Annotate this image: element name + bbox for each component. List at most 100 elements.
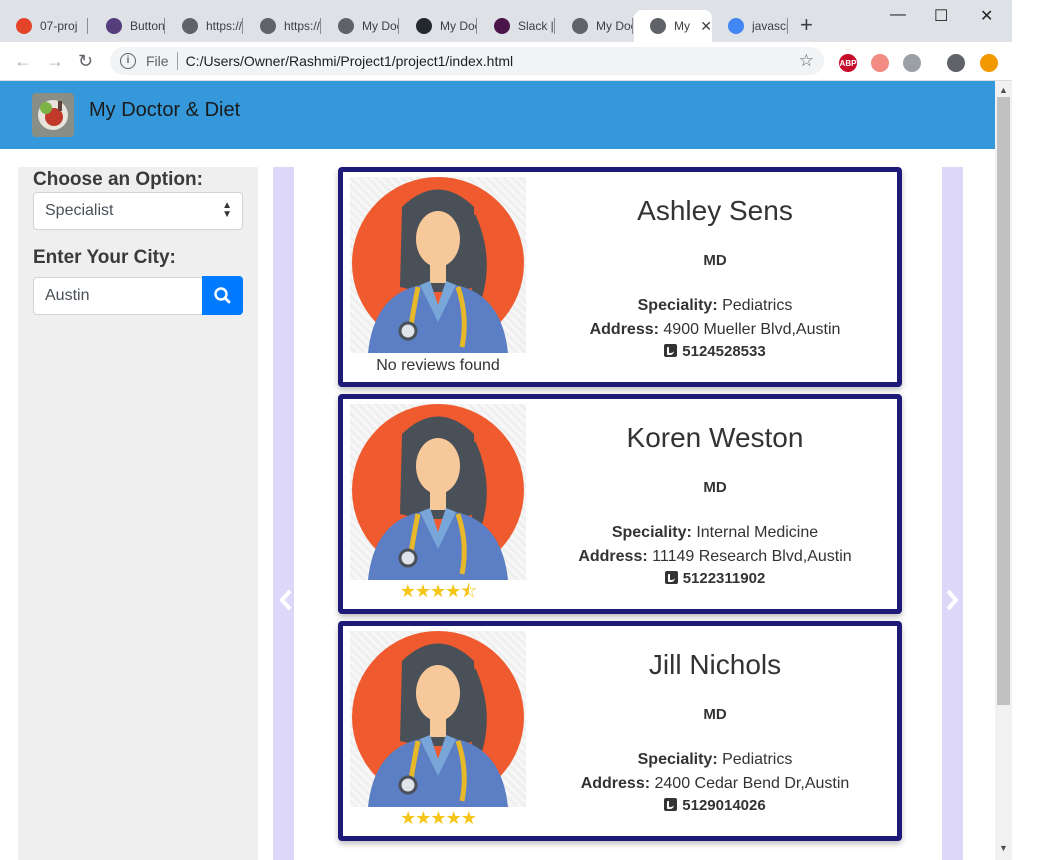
close-window-button[interactable]: ✕ bbox=[980, 6, 993, 26]
forward-button[interactable]: → bbox=[46, 51, 64, 71]
omnibox-divider bbox=[176, 52, 178, 70]
gitlab-icon bbox=[16, 18, 32, 34]
url-text[interactable]: C:/Users/Owner/Rashmi/Project1/project1/… bbox=[186, 53, 514, 69]
browser-tab[interactable]: Slack | bbox=[478, 10, 555, 42]
speciality-label: Speciality: bbox=[637, 751, 718, 768]
tab-title: https:// bbox=[206, 19, 243, 33]
address-value: 2400 Cedar Bend Dr,Austin bbox=[654, 775, 850, 792]
phone-number: 5122311902 bbox=[682, 570, 766, 587]
address-value: 4900 Mueller Blvd,Austin bbox=[663, 321, 841, 338]
phone-icon bbox=[664, 571, 678, 584]
doctor-phone[interactable]: 5122311902 bbox=[533, 570, 897, 587]
doctor-card[interactable]: No reviews found Ashley Sens MD Speciali… bbox=[338, 167, 902, 387]
browser-tab[interactable]: https:// bbox=[166, 10, 243, 42]
browser-tab[interactable]: https:// bbox=[244, 10, 321, 42]
doctor-name: Ashley Sens bbox=[637, 195, 793, 226]
scroll-down-icon[interactable]: ▼ bbox=[999, 843, 1008, 853]
github-icon bbox=[416, 18, 432, 34]
browser-tab[interactable]: My Doc bbox=[400, 10, 477, 42]
minimize-button[interactable]: — bbox=[890, 6, 906, 24]
extension-arrow-icon[interactable] bbox=[871, 54, 889, 72]
doctor-degree: MD bbox=[703, 706, 727, 723]
reviews-text: No reviews found bbox=[376, 357, 500, 374]
phone-number: 5129014026 bbox=[682, 797, 766, 814]
doctor-phone[interactable]: 5124528533 bbox=[533, 343, 897, 360]
tab-separator bbox=[632, 18, 633, 34]
speciality-value: Pediatrics bbox=[722, 751, 793, 768]
option-label: Choose an Option: bbox=[33, 169, 203, 190]
page-scrollbar[interactable]: ▲ ▼ bbox=[995, 81, 1012, 860]
tab-strip: 07-proj Buttons https:// https:// My Doc My D… bbox=[0, 0, 1012, 42]
back-button[interactable]: ← bbox=[14, 51, 32, 71]
site-logo[interactable] bbox=[32, 93, 74, 137]
tab-separator bbox=[554, 18, 555, 34]
tab-title: My Doc bbox=[362, 19, 399, 33]
search-button[interactable] bbox=[202, 276, 243, 315]
maximize-button[interactable]: ☐ bbox=[934, 6, 948, 26]
info-icon[interactable]: i bbox=[120, 53, 136, 69]
option-select-value: Specialist bbox=[45, 202, 114, 219]
update-icon[interactable] bbox=[980, 54, 998, 72]
address-label: Address: bbox=[580, 775, 651, 792]
doctor-phone[interactable]: 5129014026 bbox=[533, 797, 897, 814]
close-tab-icon[interactable]: ✕ bbox=[700, 18, 712, 35]
carousel-prev-icon[interactable] bbox=[275, 585, 299, 615]
tab-title: My Doc bbox=[440, 19, 477, 33]
site-title[interactable]: My Doctor & Diet bbox=[89, 99, 240, 122]
tab-separator bbox=[787, 18, 788, 34]
scroll-up-icon[interactable]: ▲ bbox=[999, 85, 1008, 95]
browser-tab[interactable]: 07-proj bbox=[0, 10, 88, 42]
tab-title: 07-proj bbox=[40, 19, 78, 33]
globe-icon bbox=[182, 18, 198, 34]
tab-title: javascr bbox=[752, 19, 788, 33]
option-select[interactable]: Specialist ▲ ▼ bbox=[33, 192, 243, 230]
rating-stars-icon: ★★★★⯪ bbox=[399, 581, 478, 601]
doctor-avatar bbox=[350, 177, 526, 353]
select-caret-icon: ▲ ▼ bbox=[222, 200, 232, 220]
browser-tab[interactable]: javascr bbox=[712, 10, 788, 42]
carousel-next-icon[interactable] bbox=[939, 585, 963, 615]
city-input[interactable]: Austin bbox=[33, 277, 203, 315]
extension-circle-icon[interactable] bbox=[903, 54, 921, 72]
google-icon bbox=[728, 18, 744, 34]
browser-tab[interactable]: My ✕ bbox=[634, 10, 712, 42]
address-value: 11149 Research Blvd,Austin bbox=[652, 548, 852, 565]
browser-tab[interactable]: My Doc bbox=[322, 10, 399, 42]
globe-icon bbox=[572, 18, 588, 34]
tab-title: Slack | bbox=[518, 19, 554, 33]
phone-number: 5124528533 bbox=[682, 343, 766, 360]
speciality-value: Pediatrics bbox=[722, 297, 793, 314]
globe-icon bbox=[260, 18, 276, 34]
scheme-label: File bbox=[146, 53, 169, 69]
tab-title: https:// bbox=[284, 19, 321, 33]
scroll-thumb[interactable] bbox=[997, 97, 1010, 705]
doctor-speciality: Speciality: Pediatrics bbox=[533, 751, 897, 769]
abp-icon[interactable]: ABP bbox=[839, 54, 857, 72]
address-bar[interactable]: i File C:/Users/Owner/Rashmi/Project1/pr… bbox=[110, 47, 824, 75]
bookmark-star-icon[interactable]: ☆ bbox=[799, 51, 814, 71]
slack-icon bbox=[494, 18, 510, 34]
sidebar: Choose an Option: Specialist ▲ ▼ Enter Yo… bbox=[18, 167, 258, 860]
tab-separator bbox=[398, 18, 399, 34]
browser-tab[interactable]: My Doc bbox=[556, 10, 633, 42]
globe-icon bbox=[650, 18, 666, 34]
tab-title: My bbox=[674, 19, 690, 33]
bootstrap-icon bbox=[106, 18, 122, 34]
city-label: Enter Your City: bbox=[33, 247, 176, 268]
doctor-avatar bbox=[350, 631, 526, 807]
browser-tab[interactable]: Buttons bbox=[90, 10, 165, 42]
phone-icon bbox=[664, 344, 678, 357]
tab-separator bbox=[320, 18, 321, 34]
new-tab-button[interactable]: + bbox=[800, 14, 813, 36]
reload-button[interactable]: ↻ bbox=[78, 51, 93, 71]
doctor-degree: MD bbox=[703, 479, 727, 496]
speciality-label: Speciality: bbox=[611, 524, 692, 541]
profile-icon[interactable] bbox=[947, 54, 965, 72]
speciality-value: Internal Medicine bbox=[696, 524, 819, 541]
search-icon bbox=[214, 287, 231, 304]
doctor-card[interactable]: ★★★★⯪ Koren Weston MD Speciality: Intern… bbox=[338, 394, 902, 614]
globe-icon bbox=[338, 18, 354, 34]
doctor-speciality: Speciality: Internal Medicine bbox=[533, 524, 897, 542]
tab-separator bbox=[87, 18, 88, 34]
doctor-card[interactable]: ★★★★★ Jill Nichols MD Speciality: Pediat… bbox=[338, 621, 902, 841]
